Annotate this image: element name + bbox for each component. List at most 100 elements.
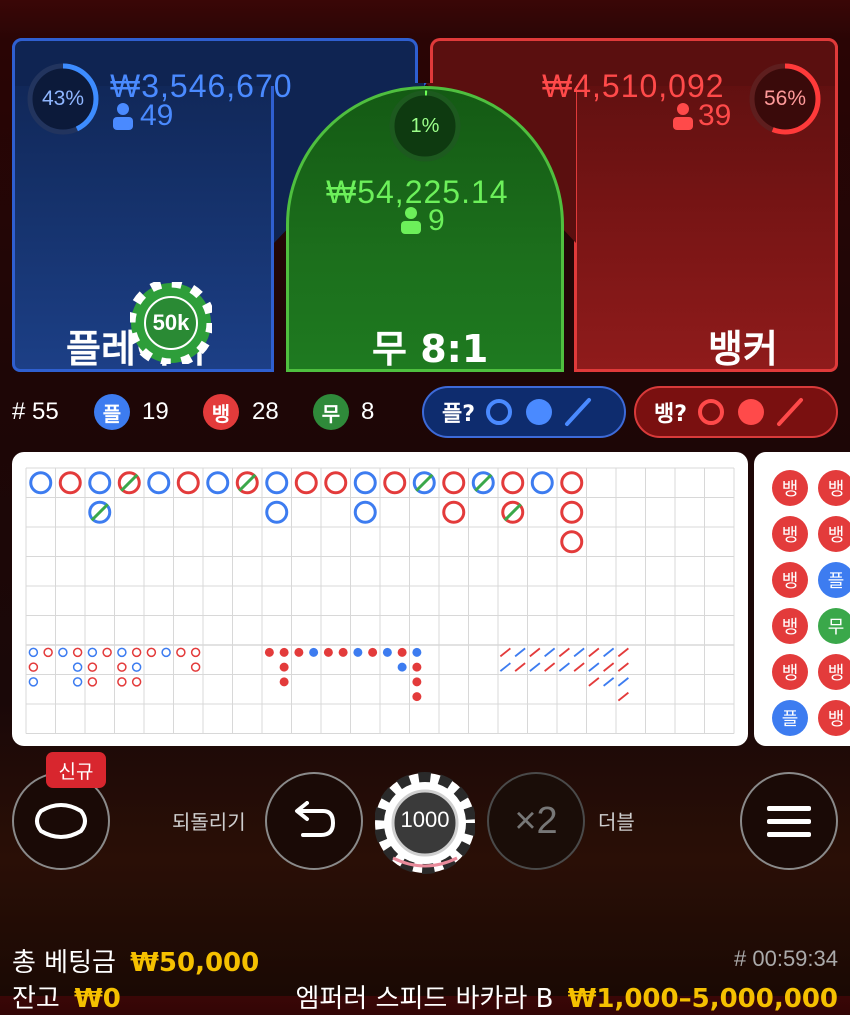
big-road-mark	[176, 471, 200, 495]
bead-road-grid: 뱅뱅뱅뱅뱅플뱅뱅플무뱅뱅	[772, 470, 850, 736]
big-road-mark	[147, 471, 171, 495]
double-symbol: ×2	[514, 799, 558, 842]
cockroach-road-mark	[617, 691, 629, 702]
big-road-mark	[442, 471, 466, 495]
big-eye-road-mark	[131, 677, 142, 687]
big-eye-road-mark	[72, 647, 83, 658]
big-road-mark	[324, 471, 348, 495]
bead-road-label: 뱅	[782, 479, 799, 500]
banker-predict-button[interactable]: 뱅?	[634, 386, 838, 438]
big-road-tie-mark	[238, 473, 257, 492]
player-total-amount: ₩3,546,670	[110, 68, 293, 104]
small-road-mark	[368, 647, 378, 657]
cockroach-road-mark	[529, 647, 541, 658]
big-road-tie-mark	[474, 473, 493, 492]
bead-road-label: 뱅	[782, 617, 799, 638]
big-eye-road-mark	[190, 662, 201, 672]
undo-icon	[295, 801, 336, 837]
cockroach-road-mark	[588, 677, 600, 687]
small-road-mark	[412, 647, 422, 657]
cockroach-road-mark	[544, 662, 556, 672]
player-predict-button[interactable]: 플?	[422, 386, 626, 438]
player-percent: 43%	[41, 87, 85, 110]
table-icon	[35, 803, 87, 839]
tie-count-icon: 무	[313, 394, 349, 430]
big-eye-road-mark	[58, 647, 68, 658]
undo-button[interactable]	[265, 772, 363, 870]
small-road-mark	[294, 647, 304, 657]
big-road-mark	[88, 471, 112, 495]
bead-road-label: 플	[828, 571, 845, 592]
cockroach-road-mark	[617, 677, 629, 687]
cockroach-road-mark	[514, 647, 526, 658]
small-road-mark	[279, 662, 289, 672]
cockroach-road-mark	[514, 662, 526, 672]
bead-road-label: 무	[828, 617, 845, 638]
big-eye-road-mark	[87, 677, 98, 687]
bead-road[interactable]: 뱅뱅뱅뱅뱅플뱅뱅플무뱅뱅	[754, 452, 850, 746]
big-eye-road-mark	[28, 662, 39, 672]
tie-win-count: 8	[361, 398, 375, 425]
player-count-icon: 플	[94, 394, 130, 430]
balance: 잔고 ₩0	[12, 978, 121, 1015]
tie-percent: 1%	[410, 114, 440, 137]
bead-road-label: 뱅	[828, 663, 845, 684]
bead-road-label: 뱅	[828, 479, 845, 500]
small-road-mark	[412, 677, 422, 687]
big-road-tie-mark	[503, 503, 522, 522]
table-name: 엠퍼러 스피드 바카라 B	[295, 984, 554, 1014]
big-road-mark	[353, 500, 377, 524]
big-eye-road-mark	[72, 677, 83, 687]
small-road-mark	[397, 647, 407, 657]
small-road-mark	[309, 647, 319, 657]
bead-road-label: 뱅	[782, 525, 799, 546]
bead-road-label: 뱅	[782, 663, 799, 684]
undo-label: 되돌리기	[172, 810, 246, 834]
tie-bettors-count: 9	[428, 204, 445, 237]
double-button[interactable]: ×2	[487, 772, 585, 870]
small-road-mark	[264, 647, 274, 657]
big-road-mark	[265, 500, 289, 524]
big-road-tie-mark	[415, 473, 434, 492]
big-eye-road-mark	[176, 647, 186, 658]
big-road-mark	[58, 471, 82, 495]
small-road-mark	[338, 647, 348, 657]
big-eye-road-mark	[117, 662, 127, 672]
banker-predict-icons	[698, 398, 804, 426]
table-info: 엠퍼러 스피드 바카라 B ₩1,000–5,000,000	[296, 978, 839, 1015]
banker-percent: 56%	[763, 87, 807, 110]
total-bet-label: 총 베팅금	[12, 948, 116, 978]
big-road-mark	[353, 471, 377, 495]
big-eye-road-mark	[87, 647, 98, 658]
cockroach-road-mark	[558, 662, 570, 672]
double-label: 더블	[598, 810, 635, 834]
big-eye-road-mark	[87, 662, 98, 672]
cockroach-road-mark	[558, 647, 570, 658]
new-badge: 신규	[46, 752, 106, 788]
big-road-mark	[265, 471, 289, 495]
big-road-mark	[530, 471, 554, 495]
big-road-mark	[294, 471, 318, 495]
big-eye-road-mark	[117, 647, 127, 658]
cockroach-road-mark	[588, 662, 600, 672]
big-eye-road-mark	[117, 677, 127, 687]
player-predict-label: 플?	[442, 402, 476, 427]
banker-bettors-count: 39	[698, 99, 732, 132]
big-road-mark	[560, 530, 584, 554]
total-bet: 총 베팅금 ₩50,000	[12, 942, 259, 979]
big-road-mark	[560, 500, 584, 524]
big-eye-road-mark	[28, 647, 39, 658]
placed-chip-value: 50k	[152, 310, 190, 335]
menu-button[interactable]	[740, 772, 838, 870]
small-road-mark	[397, 662, 407, 672]
scoreboard-roadmap[interactable]	[12, 452, 748, 746]
small-road-mark	[323, 647, 333, 657]
big-road-mark	[206, 471, 230, 495]
tie-bettors-icon	[401, 207, 421, 234]
tie-label: 무 8:1	[372, 327, 489, 371]
banker-predict-label: 뱅?	[654, 402, 688, 427]
small-road-mark	[412, 662, 422, 672]
big-eye-road-mark	[146, 647, 157, 658]
big-road-tie-mark	[120, 473, 139, 492]
cockroach-road-mark	[603, 662, 615, 672]
